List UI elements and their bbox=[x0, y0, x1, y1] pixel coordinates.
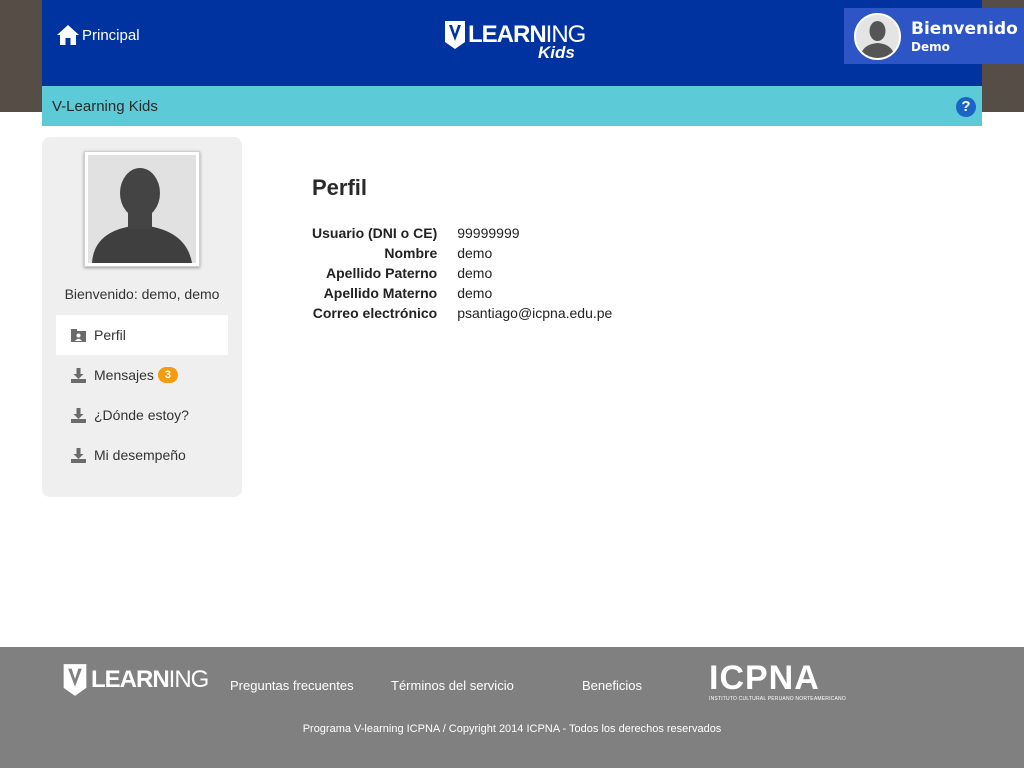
icpna-logo: ICPNA INSTITUTO CULTURAL PERUANO NORTEAM… bbox=[709, 659, 846, 702]
user-welcome-box[interactable]: Bienvenido Demo bbox=[844, 8, 1024, 64]
inbox-icon bbox=[71, 447, 86, 463]
field-value: demo bbox=[457, 245, 493, 261]
sidebar-item-label: Mensajes bbox=[94, 367, 154, 383]
sidebar-menu: Perfil Mensajes 3 ¿Dónde estoy? Mi desem… bbox=[56, 315, 228, 475]
vlearning-kids-logo: LEARNING Kids bbox=[444, 20, 586, 62]
profile-details: Usuario (DNI o CE) 99999999 Nombre demo … bbox=[312, 223, 612, 323]
profile-row-apellido-materno: Apellido Materno demo bbox=[312, 283, 612, 303]
profile-photo bbox=[84, 151, 200, 267]
field-label: Apellido Paterno bbox=[326, 265, 438, 281]
vlearning-footer-logo: LEARNING bbox=[62, 663, 209, 697]
section-bar: V-Learning Kids ? bbox=[42, 86, 982, 126]
profile-row-correo: Correo electrónico psantiago@icpna.edu.p… bbox=[312, 303, 613, 323]
profile-card-icon bbox=[71, 328, 86, 342]
profile-row-nombre: Nombre demo bbox=[312, 243, 612, 263]
logo-kids: Kids bbox=[538, 43, 575, 62]
footer-link-terms[interactable]: Términos del servicio bbox=[391, 678, 514, 693]
unread-badge: 3 bbox=[157, 367, 179, 383]
inbox-icon bbox=[71, 367, 86, 383]
user-silhouette-icon bbox=[856, 14, 899, 58]
help-button[interactable]: ? bbox=[956, 97, 976, 117]
section-title: V-Learning Kids bbox=[52, 98, 158, 115]
sidebar-item-label: Perfil bbox=[94, 327, 126, 343]
welcome-title: Bienvenido bbox=[911, 18, 1018, 39]
help-icon: ? bbox=[961, 98, 971, 115]
sidebar-item-mensajes[interactable]: Mensajes 3 bbox=[56, 355, 228, 395]
left-side-strip bbox=[0, 0, 42, 112]
home-link-label: Principal bbox=[82, 26, 140, 44]
sidebar-item-mi-desempeno[interactable]: Mi desempeño bbox=[56, 435, 228, 475]
sidebar: Bienvenido: demo, demo Perfil Mensajes 3 bbox=[42, 137, 242, 497]
home-icon bbox=[57, 25, 79, 45]
profile-row-apellido-paterno: Apellido Paterno demo bbox=[312, 263, 612, 283]
sidebar-greeting: Bienvenido: demo, demo bbox=[64, 286, 220, 302]
user-silhouette-icon bbox=[88, 155, 196, 263]
inbox-icon bbox=[71, 407, 86, 423]
sidebar-item-label: Mi desempeño bbox=[94, 447, 186, 463]
copyright-text: Programa V-learning ICPNA / Copyright 20… bbox=[302, 723, 722, 735]
footer: LEARNING Preguntas frecuentes Términos d… bbox=[0, 647, 1024, 768]
field-value: psantiago@icpna.edu.pe bbox=[457, 305, 613, 321]
page-title: Perfil bbox=[312, 175, 368, 200]
top-header: Principal LEARNING Kids Bienvenido Demo bbox=[42, 0, 1024, 86]
profile-row-usuario: Usuario (DNI o CE) 99999999 bbox=[312, 223, 612, 243]
footer-link-benefits[interactable]: Beneficios bbox=[582, 678, 642, 693]
v-shield-icon bbox=[63, 664, 87, 696]
sidebar-item-perfil[interactable]: Perfil bbox=[56, 315, 228, 355]
sidebar-item-donde-estoy[interactable]: ¿Dónde estoy? bbox=[56, 395, 228, 435]
sidebar-item-label: ¿Dónde estoy? bbox=[94, 407, 189, 423]
field-value: demo bbox=[457, 265, 493, 281]
field-value: demo bbox=[457, 285, 493, 301]
v-shield-icon bbox=[445, 21, 465, 49]
field-label: Nombre bbox=[384, 245, 438, 261]
welcome-username: Demo bbox=[911, 39, 950, 54]
field-label: Correo electrónico bbox=[312, 305, 438, 321]
user-avatar bbox=[854, 12, 901, 60]
field-label: Apellido Materno bbox=[323, 285, 438, 301]
field-value: 99999999 bbox=[457, 225, 520, 241]
home-link[interactable]: Principal bbox=[56, 24, 140, 46]
footer-link-faq[interactable]: Preguntas frecuentes bbox=[230, 678, 354, 693]
main-content: Perfil Usuario (DNI o CE) 99999999 Nombr… bbox=[312, 175, 612, 321]
footer-logo-word: LEARNING bbox=[91, 666, 209, 693]
field-label: Usuario (DNI o CE) bbox=[312, 225, 438, 241]
